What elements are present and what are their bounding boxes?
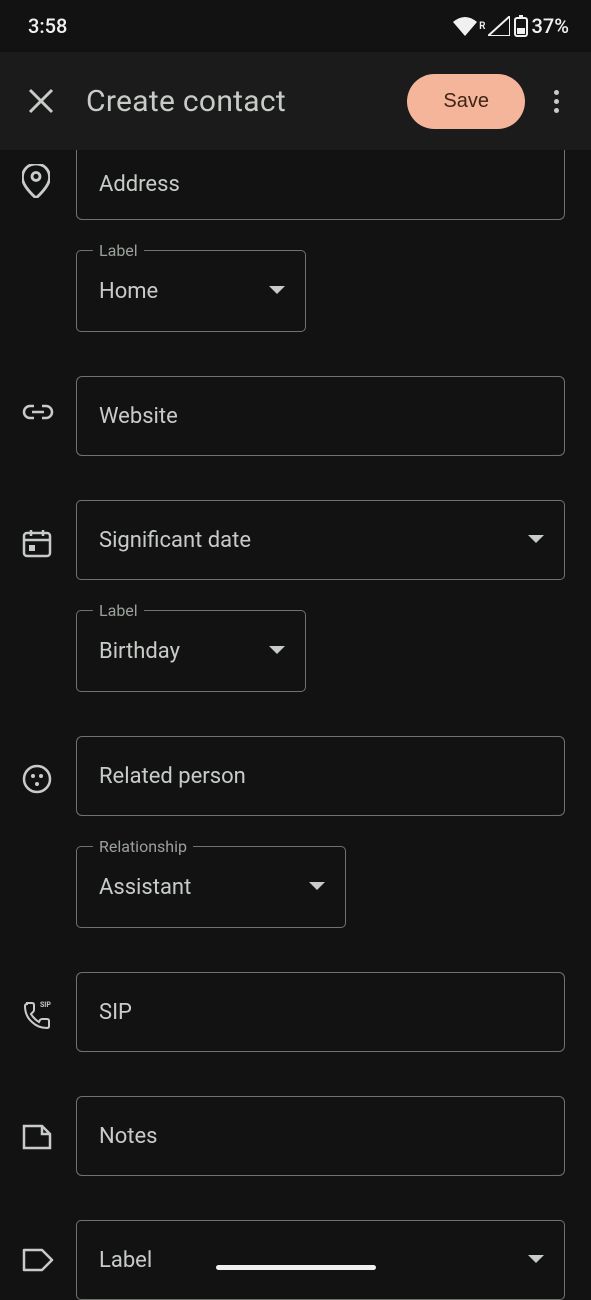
location-icon — [22, 164, 50, 198]
relationship-caption: Relationship — [93, 837, 193, 856]
chevron-down-icon — [528, 1255, 544, 1265]
sip-input[interactable]: SIP — [76, 972, 565, 1052]
label-placeholder: Label — [99, 1248, 152, 1273]
chevron-down-icon — [269, 646, 285, 656]
sip-phone-icon: SIP — [22, 1000, 54, 1030]
page-title: Create contact — [86, 84, 407, 119]
svg-text:SIP: SIP — [40, 1001, 51, 1009]
battery-percent: 37% — [532, 14, 569, 38]
relationship-dropdown[interactable]: Relationship Assistant — [76, 846, 346, 928]
app-bar: Create contact Save — [0, 52, 591, 150]
notes-placeholder: Notes — [99, 1124, 157, 1149]
website-input[interactable]: Website — [76, 376, 565, 456]
link-icon — [22, 404, 54, 420]
address-label-dropdown[interactable]: Label Home — [76, 250, 306, 332]
more-options-button[interactable] — [535, 80, 577, 122]
address-label-caption: Label — [93, 241, 144, 260]
related-person-placeholder: Related person — [99, 764, 246, 789]
address-input[interactable]: Address — [76, 150, 565, 220]
notes-icon — [22, 1124, 52, 1150]
chevron-down-icon — [309, 882, 325, 892]
label-icon — [22, 1248, 54, 1272]
related-person-icon — [22, 764, 52, 794]
sip-placeholder: SIP — [99, 1000, 132, 1025]
significant-date-input[interactable]: Significant date — [76, 500, 565, 580]
date-label-caption: Label — [93, 601, 144, 620]
significant-date-placeholder: Significant date — [99, 528, 251, 553]
date-label-value: Birthday — [99, 639, 180, 664]
roaming-indicator: R — [479, 21, 485, 32]
status-right: R 37% — [453, 14, 569, 38]
save-button[interactable]: Save — [407, 74, 525, 129]
status-bar: 3:58 R 37% — [0, 0, 591, 52]
address-placeholder: Address — [99, 172, 180, 197]
close-icon[interactable] — [26, 86, 56, 116]
related-person-input[interactable]: Related person — [76, 736, 565, 816]
status-time: 3:58 — [28, 14, 67, 38]
wifi-icon — [453, 16, 477, 36]
address-label-value: Home — [99, 279, 158, 304]
notes-input[interactable]: Notes — [76, 1096, 565, 1176]
chevron-down-icon — [528, 535, 544, 545]
website-placeholder: Website — [99, 404, 178, 429]
navigation-handle[interactable] — [216, 1265, 376, 1270]
calendar-icon — [22, 528, 52, 558]
label-dropdown[interactable]: Label — [76, 1220, 565, 1300]
date-label-dropdown[interactable]: Label Birthday — [76, 610, 306, 692]
signal-icon — [488, 16, 510, 36]
chevron-down-icon — [269, 286, 285, 296]
battery-icon — [514, 15, 528, 37]
form: Address Label Home Website — [0, 150, 591, 1300]
relationship-value: Assistant — [99, 875, 191, 900]
